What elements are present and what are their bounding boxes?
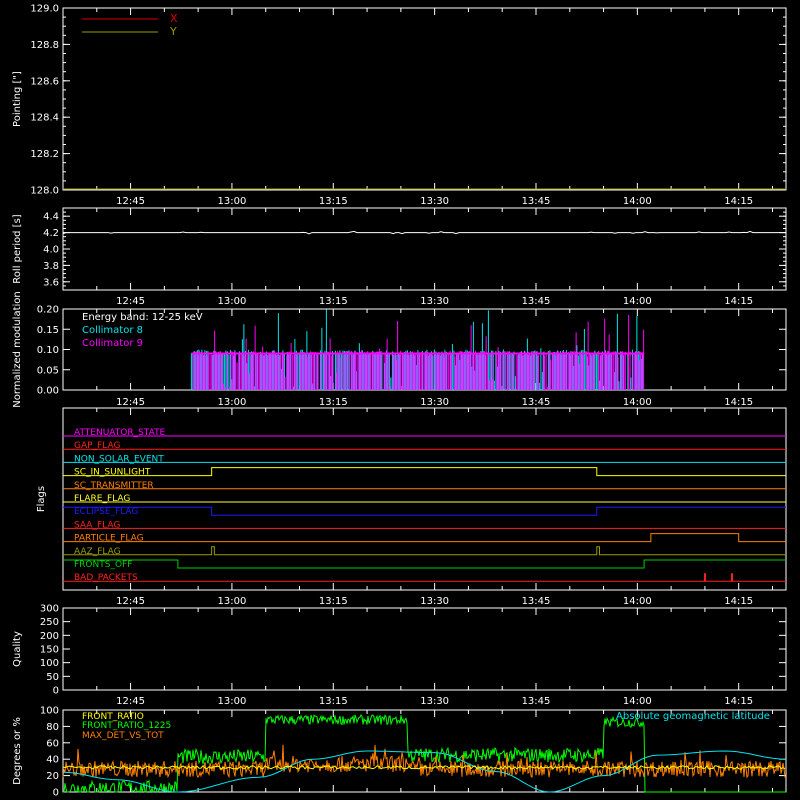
y-tick-label: 4.4	[43, 212, 59, 223]
legend-label-x: X	[170, 12, 178, 25]
flag-label: GAP_FLAG	[74, 441, 120, 451]
legend-label-max-det: MAX_DET_VS_TOT	[82, 731, 164, 741]
flag-label: ECLIPSE_FLAG	[74, 507, 138, 517]
time-tick-label: 13:00	[218, 596, 247, 607]
y-tick-label: 50	[46, 672, 59, 683]
y-tick-label: 0.05	[37, 365, 59, 376]
time-tick-label: 13:15	[319, 596, 348, 607]
flag-label: SAA_FLAG	[74, 520, 120, 530]
time-tick-label: 14:15	[724, 596, 753, 607]
flag-label: NON_SOLAR_EVENT	[74, 454, 164, 464]
legend-label-collimator8: Collimator 8	[82, 325, 143, 336]
flag-label: PARTICLE_FLAG	[74, 534, 144, 544]
time-tick-label: 14:15	[724, 296, 753, 307]
flag-label: SC_IN_SUNLIGHT	[74, 468, 151, 478]
lightcurve-figure: 128.0 128.2 128.4 128.6 128.8 129.0 Pointing […	[0, 0, 800, 800]
y-tick-label: 300	[40, 604, 59, 615]
flag-label: SC_TRANSMITTER	[74, 481, 154, 491]
y-tick-label: 150	[40, 645, 59, 656]
time-tick-label: 12:45	[116, 397, 145, 408]
time-tick-label: 13:30	[420, 696, 449, 707]
flag-label: AAZ_FLAG	[74, 547, 121, 557]
time-tick-label: 13:45	[522, 196, 551, 207]
y-tick-label: 100	[40, 658, 59, 669]
time-tick-label: 13:00	[218, 296, 247, 307]
time-tick-label: 13:45	[522, 696, 551, 707]
y-tick-label: 3.8	[43, 261, 59, 272]
y-tick-label: 4.0	[43, 245, 59, 256]
legend-label-front-ratio-1225: FRONT_RATIO_1225	[82, 721, 171, 731]
ratios-y-label: Degrees or %	[12, 717, 23, 785]
time-tick-label: 13:30	[420, 296, 449, 307]
time-tick-label: 13:15	[319, 397, 348, 408]
flag-label: BAD_PACKETS	[74, 573, 138, 583]
time-tick-label: 13:00	[218, 196, 247, 207]
y-tick-label: 0	[53, 788, 59, 799]
time-tick-label: 13:30	[420, 196, 449, 207]
time-tick-label: 14:15	[724, 397, 753, 408]
legend-label-y: Y	[169, 25, 177, 38]
time-tick-label: 14:00	[623, 397, 652, 408]
y-tick-label: 0.20	[37, 305, 59, 316]
flag-label: ATTENUATOR_STATE	[74, 428, 166, 438]
y-tick-label: 129.0	[30, 4, 59, 15]
energy-band-label: Energy band: 12-25 keV	[82, 312, 203, 323]
time-tick-label: 12:45	[116, 596, 145, 607]
time-tick-label: 13:45	[522, 296, 551, 307]
time-tick-label: 13:00	[218, 696, 247, 707]
time-tick-label: 14:00	[623, 296, 652, 307]
time-tick-label: 13:15	[319, 296, 348, 307]
y-tick-label: 128.4	[30, 113, 59, 124]
flags-y-label: Flags	[36, 486, 47, 512]
geomagnetic-latitude-label: Absolute geomagnetic latitude	[616, 711, 770, 722]
y-tick-label: 3.6	[43, 277, 59, 288]
time-tick-label: 13:15	[319, 196, 348, 207]
y-tick-label: 0.15	[37, 325, 59, 336]
y-tick-label: 0	[53, 686, 59, 697]
time-tick-label: 12:45	[116, 696, 145, 707]
y-tick-label: 250	[40, 617, 59, 628]
y-tick-label: 128.0	[30, 186, 59, 197]
time-tick-label: 13:15	[319, 696, 348, 707]
y-tick-label: 20	[46, 771, 59, 782]
time-tick-label: 14:00	[623, 196, 652, 207]
quality-y-label: Quality	[12, 631, 23, 667]
y-tick-label: 100	[40, 706, 59, 717]
time-tick-label: 13:45	[522, 397, 551, 408]
time-tick-label: 14:00	[623, 696, 652, 707]
y-tick-label: 80	[46, 722, 59, 733]
y-tick-label: 200	[40, 631, 59, 642]
modulation-y-label: Normalized modulation	[12, 291, 23, 408]
y-tick-label: 0.10	[37, 345, 59, 356]
legend-label-collimator9: Collimator 9	[82, 338, 143, 349]
y-tick-label: 128.8	[30, 40, 59, 51]
time-tick-label: 14:15	[724, 696, 753, 707]
time-tick-label: 13:30	[420, 596, 449, 607]
y-tick-label: 40	[46, 755, 59, 766]
time-tick-label: 12:45	[116, 196, 145, 207]
time-tick-label: 13:30	[420, 397, 449, 408]
flag-label: FLARE_FLAG	[74, 494, 130, 504]
y-tick-label: 128.2	[30, 149, 59, 160]
y-tick-label: 4.2	[43, 228, 59, 239]
pointing-y-label: Pointing ["]	[12, 71, 23, 127]
y-tick-label: 0.00	[37, 386, 59, 397]
time-tick-label: 13:45	[522, 596, 551, 607]
time-tick-label: 12:45	[116, 296, 145, 307]
roll-y-label: Roll period [s]	[12, 214, 23, 283]
time-tick-label: 14:00	[623, 596, 652, 607]
y-tick-label: 60	[46, 738, 59, 749]
y-tick-label: 128.6	[30, 76, 59, 87]
time-tick-label: 14:15	[724, 196, 753, 207]
time-tick-label: 13:00	[218, 397, 247, 408]
flag-label: FRONTS_OFF	[74, 560, 132, 570]
